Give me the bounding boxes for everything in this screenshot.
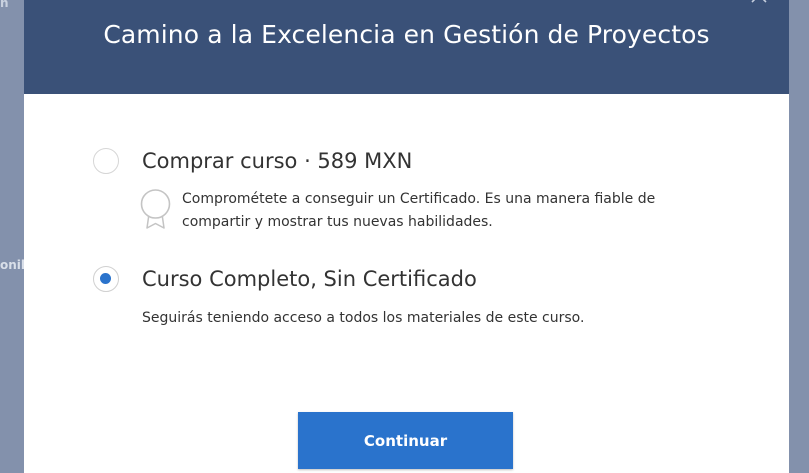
radio-buy-course[interactable] [93, 148, 119, 174]
option-full-course-no-certificate[interactable]: Curso Completo, Sin Certificado Seguirás… [24, 258, 789, 338]
radio-full-course-no-certificate[interactable] [93, 266, 119, 292]
close-icon[interactable] [750, 0, 768, 4]
option-full-course-description: Seguirás teniendo acceso a todos los mat… [142, 310, 585, 326]
backdrop-text-fragment-mid: onil [0, 258, 26, 272]
enrollment-modal: Camino a la Excelencia en Gestión de Pro… [24, 0, 789, 473]
certificate-badge-icon [140, 189, 171, 229]
backdrop-text-fragment-top: n [0, 0, 9, 10]
backdrop-overlay-left [0, 0, 24, 473]
continue-button[interactable]: Continuar [298, 412, 513, 469]
option-buy-course-title: Comprar curso · 589 MXN [142, 149, 413, 173]
backdrop-overlay-right [789, 0, 809, 473]
option-full-course-title: Curso Completo, Sin Certificado [142, 267, 477, 291]
modal-title: Camino a la Excelencia en Gestión de Pro… [103, 20, 710, 49]
modal-header: Camino a la Excelencia en Gestión de Pro… [24, 0, 789, 94]
option-buy-course-description: Comprométete a conseguir un Certificado.… [182, 191, 656, 230]
